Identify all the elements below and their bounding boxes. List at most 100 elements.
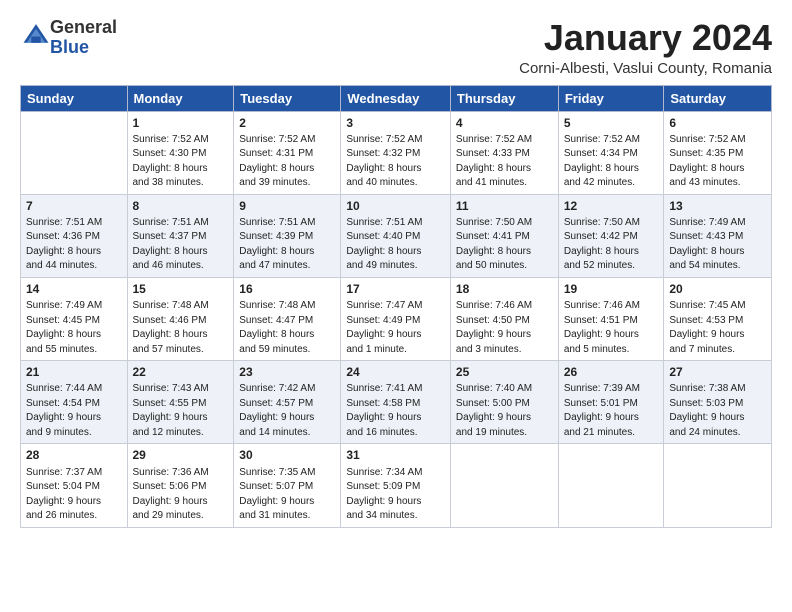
- calendar-cell: 27Sunrise: 7:38 AM Sunset: 5:03 PM Dayli…: [664, 361, 772, 444]
- calendar-week-row: 28 Sunrise: 7:37 AM Sunset: 5:04 PM Dayli…: [21, 444, 772, 527]
- day-info: Sunrise: 7:49 AM Sunset: 4:45 PM Dayligh…: [26, 300, 102, 355]
- calendar-cell: 9 Sunrise: 7:51 AM Sunset: 4:39 PM Daylig…: [234, 194, 341, 277]
- calendar-cell: 5Sunrise: 7:52 AM Sunset: 4:34 PM Daylig…: [558, 111, 664, 194]
- day-number: 1: [133, 115, 229, 131]
- calendar-week-row: 1 Sunrise: 7:52 AM Sunset: 4:30 PM Daylig…: [21, 111, 772, 194]
- day-info: Sunrise: 7:51 AM Sunset: 4:40 PM Dayligh…: [346, 217, 422, 272]
- day-info: Sunrise: 7:46 AM Sunset: 4:50 PM Dayligh…: [456, 300, 532, 355]
- calendar-cell: 18 Sunrise: 7:46 AM Sunset: 4:50 PM Dayli…: [450, 277, 558, 360]
- day-number: 13: [669, 198, 766, 214]
- calendar-cell: 3 Sunrise: 7:52 AM Sunset: 4:32 PM Daylig…: [341, 111, 451, 194]
- calendar-cell: 26Sunrise: 7:39 AM Sunset: 5:01 PM Dayli…: [558, 361, 664, 444]
- day-info: Sunrise: 7:49 AM Sunset: 4:43 PM Dayligh…: [669, 217, 745, 272]
- day-info: Sunrise: 7:52 AM Sunset: 4:33 PM Dayligh…: [456, 134, 532, 189]
- day-info: Sunrise: 7:40 AM Sunset: 5:00 PM Dayligh…: [456, 383, 532, 438]
- day-info: Sunrise: 7:36 AM Sunset: 5:06 PM Dayligh…: [133, 467, 209, 522]
- calendar-cell: 19 Sunrise: 7:46 AM Sunset: 4:51 PM Dayli…: [558, 277, 664, 360]
- day-number: 24: [346, 364, 445, 380]
- calendar-cell: 16 Sunrise: 7:48 AM Sunset: 4:47 PM Dayli…: [234, 277, 341, 360]
- weekday-header: Friday: [558, 85, 664, 111]
- calendar-cell: 7 Sunrise: 7:51 AM Sunset: 4:36 PM Daylig…: [21, 194, 128, 277]
- weekday-header: Wednesday: [341, 85, 451, 111]
- day-number: 25: [456, 364, 553, 380]
- calendar-cell: 13 Sunrise: 7:49 AM Sunset: 4:43 PM Dayli…: [664, 194, 772, 277]
- calendar-cell: 29Sunrise: 7:36 AM Sunset: 5:06 PM Dayli…: [127, 444, 234, 527]
- calendar-cell: 30 Sunrise: 7:35 AM Sunset: 5:07 PM Dayli…: [234, 444, 341, 527]
- calendar-cell: 28 Sunrise: 7:37 AM Sunset: 5:04 PM Dayli…: [21, 444, 128, 527]
- day-info: Sunrise: 7:35 AM Sunset: 5:07 PM Dayligh…: [239, 467, 315, 522]
- location: Corni-Albesti, Vaslui County, Romania: [519, 60, 772, 77]
- calendar-cell: 15 Sunrise: 7:48 AM Sunset: 4:46 PM Dayli…: [127, 277, 234, 360]
- day-number: 6: [669, 115, 766, 131]
- day-number: 10: [346, 198, 445, 214]
- day-info: Sunrise: 7:45 AM Sunset: 4:53 PM Dayligh…: [669, 300, 745, 355]
- page: General Blue January 2024 Corni-Albesti,…: [0, 0, 792, 612]
- day-info: Sunrise: 7:52 AM Sunset: 4:34 PM Dayligh…: [564, 134, 640, 189]
- logo-text: General Blue: [50, 18, 117, 58]
- calendar-cell: 23Sunrise: 7:42 AM Sunset: 4:57 PM Dayli…: [234, 361, 341, 444]
- calendar-cell: [21, 111, 128, 194]
- day-number: 16: [239, 281, 335, 297]
- calendar-cell: 17Sunrise: 7:47 AM Sunset: 4:49 PM Dayli…: [341, 277, 451, 360]
- header: General Blue January 2024 Corni-Albesti,…: [20, 18, 772, 77]
- logo-icon: [22, 21, 50, 49]
- calendar-cell: 22 Sunrise: 7:43 AM Sunset: 4:55 PM Dayli…: [127, 361, 234, 444]
- day-info: Sunrise: 7:41 AM Sunset: 4:58 PM Dayligh…: [346, 383, 422, 438]
- logo-general: General: [50, 17, 117, 37]
- logo-blue: Blue: [50, 37, 89, 57]
- calendar-cell: 12 Sunrise: 7:50 AM Sunset: 4:42 PM Dayli…: [558, 194, 664, 277]
- day-info: Sunrise: 7:51 AM Sunset: 4:37 PM Dayligh…: [133, 217, 209, 272]
- day-info: Sunrise: 7:43 AM Sunset: 4:55 PM Dayligh…: [133, 383, 209, 438]
- weekday-header: Sunday: [21, 85, 128, 111]
- day-number: 19: [564, 281, 659, 297]
- day-number: 7: [26, 198, 122, 214]
- day-number: 9: [239, 198, 335, 214]
- day-number: 18: [456, 281, 553, 297]
- calendar-cell: [558, 444, 664, 527]
- day-info: Sunrise: 7:39 AM Sunset: 5:01 PM Dayligh…: [564, 383, 640, 438]
- day-info: Sunrise: 7:52 AM Sunset: 4:35 PM Dayligh…: [669, 134, 745, 189]
- day-info: Sunrise: 7:46 AM Sunset: 4:51 PM Dayligh…: [564, 300, 640, 355]
- calendar-cell: 14 Sunrise: 7:49 AM Sunset: 4:45 PM Dayli…: [21, 277, 128, 360]
- weekday-header: Saturday: [664, 85, 772, 111]
- calendar-table: SundayMondayTuesdayWednesdayThursdayFrid…: [20, 85, 772, 528]
- day-number: 21: [26, 364, 122, 380]
- day-info: Sunrise: 7:51 AM Sunset: 4:36 PM Dayligh…: [26, 217, 102, 272]
- day-number: 8: [133, 198, 229, 214]
- day-number: 30: [239, 447, 335, 463]
- calendar-cell: 2Sunrise: 7:52 AM Sunset: 4:31 PM Daylig…: [234, 111, 341, 194]
- weekday-header-row: SundayMondayTuesdayWednesdayThursdayFrid…: [21, 85, 772, 111]
- day-number: 22: [133, 364, 229, 380]
- day-info: Sunrise: 7:52 AM Sunset: 4:32 PM Dayligh…: [346, 134, 422, 189]
- calendar-cell: 1 Sunrise: 7:52 AM Sunset: 4:30 PM Daylig…: [127, 111, 234, 194]
- day-info: Sunrise: 7:38 AM Sunset: 5:03 PM Dayligh…: [669, 383, 745, 438]
- calendar-week-row: 21 Sunrise: 7:44 AM Sunset: 4:54 PM Dayli…: [21, 361, 772, 444]
- calendar-cell: 10 Sunrise: 7:51 AM Sunset: 4:40 PM Dayli…: [341, 194, 451, 277]
- day-number: 20: [669, 281, 766, 297]
- calendar-cell: 4 Sunrise: 7:52 AM Sunset: 4:33 PM Daylig…: [450, 111, 558, 194]
- day-number: 28: [26, 447, 122, 463]
- day-number: 31: [346, 447, 445, 463]
- day-number: 15: [133, 281, 229, 297]
- day-info: Sunrise: 7:52 AM Sunset: 4:30 PM Dayligh…: [133, 134, 209, 189]
- day-info: Sunrise: 7:48 AM Sunset: 4:46 PM Dayligh…: [133, 300, 209, 355]
- day-number: 3: [346, 115, 445, 131]
- logo: General Blue: [20, 18, 117, 58]
- day-number: 23: [239, 364, 335, 380]
- day-number: 12: [564, 198, 659, 214]
- day-number: 11: [456, 198, 553, 214]
- title-block: January 2024 Corni-Albesti, Vaslui Count…: [519, 18, 772, 77]
- day-info: Sunrise: 7:50 AM Sunset: 4:42 PM Dayligh…: [564, 217, 640, 272]
- calendar-week-row: 7 Sunrise: 7:51 AM Sunset: 4:36 PM Daylig…: [21, 194, 772, 277]
- day-info: Sunrise: 7:48 AM Sunset: 4:47 PM Dayligh…: [239, 300, 315, 355]
- day-info: Sunrise: 7:50 AM Sunset: 4:41 PM Dayligh…: [456, 217, 532, 272]
- weekday-header: Thursday: [450, 85, 558, 111]
- day-info: Sunrise: 7:51 AM Sunset: 4:39 PM Dayligh…: [239, 217, 315, 272]
- day-info: Sunrise: 7:44 AM Sunset: 4:54 PM Dayligh…: [26, 383, 102, 438]
- calendar-cell: 21 Sunrise: 7:44 AM Sunset: 4:54 PM Dayli…: [21, 361, 128, 444]
- day-number: 14: [26, 281, 122, 297]
- day-number: 4: [456, 115, 553, 131]
- weekday-header: Tuesday: [234, 85, 341, 111]
- day-info: Sunrise: 7:37 AM Sunset: 5:04 PM Dayligh…: [26, 467, 102, 522]
- calendar-week-row: 14 Sunrise: 7:49 AM Sunset: 4:45 PM Dayli…: [21, 277, 772, 360]
